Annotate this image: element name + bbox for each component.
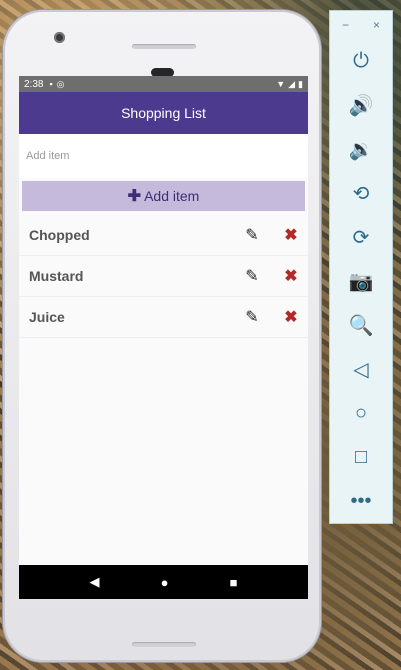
- recents-icon[interactable]: ■: [230, 575, 238, 590]
- volume-down-icon[interactable]: 🔉: [330, 127, 392, 171]
- edit-icon[interactable]: ✎: [241, 225, 263, 245]
- shopping-list: Chopped ✎ ✖ Mustard ✎ ✖ Juice ✎ ✖: [19, 215, 308, 338]
- item-name: Chopped: [29, 227, 90, 243]
- list-item: Juice ✎ ✖: [19, 297, 308, 338]
- list-item: Mustard ✎ ✖: [19, 256, 308, 297]
- panel-window-controls: − ×: [330, 11, 392, 39]
- rotate-left-icon[interactable]: ⟲: [330, 171, 392, 215]
- front-camera: [54, 32, 65, 43]
- add-item-button-label: Add item: [144, 188, 200, 204]
- phone-frame: 2:38 ▪ ◎ ▼ ◢ ▮ Shopping List ✚ Add item …: [3, 10, 321, 662]
- delete-icon[interactable]: ✖: [281, 225, 301, 245]
- battery-icon: ▮: [298, 78, 303, 89]
- signal-icon: ◢: [288, 78, 296, 89]
- phone-screen: 2:38 ▪ ◎ ▼ ◢ ▮ Shopping List ✚ Add item …: [19, 76, 308, 599]
- sd-card-icon: ▪: [49, 79, 53, 89]
- delete-icon[interactable]: ✖: [281, 266, 301, 286]
- delete-icon[interactable]: ✖: [281, 307, 301, 327]
- item-name: Mustard: [29, 268, 84, 284]
- back-icon[interactable]: ◀: [90, 574, 100, 590]
- overview-icon[interactable]: □: [330, 435, 392, 479]
- emulator-control-panel: − × ⏻ 🔊 🔉 ⟲ ⟳ 📷 🔍 ◁ ○ □ •••: [329, 10, 393, 524]
- edit-icon[interactable]: ✎: [241, 266, 263, 286]
- list-item: Chopped ✎ ✖: [19, 215, 308, 256]
- home-icon[interactable]: ○: [330, 391, 392, 435]
- add-item-input-container: [19, 134, 308, 178]
- add-item-button[interactable]: ✚ Add item: [22, 181, 305, 211]
- item-name: Juice: [29, 309, 65, 325]
- more-icon[interactable]: •••: [330, 479, 392, 523]
- camera-icon[interactable]: 📷: [330, 259, 392, 303]
- back-icon[interactable]: ◁: [330, 347, 392, 391]
- home-icon[interactable]: ●: [161, 575, 169, 590]
- top-speaker-grille: [132, 44, 196, 49]
- sync-icon: ◎: [56, 78, 65, 89]
- app-bar: Shopping List: [19, 92, 308, 134]
- page-title: Shopping List: [121, 105, 206, 121]
- wifi-icon: ▼: [276, 79, 286, 89]
- status-icons: ▼ ◢ ▮: [276, 79, 303, 90]
- android-nav-bar: ◀ ● ■: [19, 565, 308, 599]
- power-icon[interactable]: ⏻: [330, 39, 392, 83]
- edit-icon[interactable]: ✎: [241, 307, 263, 327]
- plus-icon: ✚: [127, 188, 142, 205]
- status-time: 2:38: [24, 78, 44, 90]
- zoom-icon[interactable]: 🔍: [330, 303, 392, 347]
- close-icon[interactable]: ×: [373, 18, 380, 32]
- rotate-right-icon[interactable]: ⟳: [330, 215, 392, 259]
- add-item-input[interactable]: [24, 149, 288, 163]
- status-bar: 2:38 ▪ ◎ ▼ ◢ ▮: [19, 76, 308, 92]
- volume-up-icon[interactable]: 🔊: [330, 83, 392, 127]
- bottom-speaker-grille: [132, 642, 196, 647]
- minimize-icon[interactable]: −: [342, 18, 349, 32]
